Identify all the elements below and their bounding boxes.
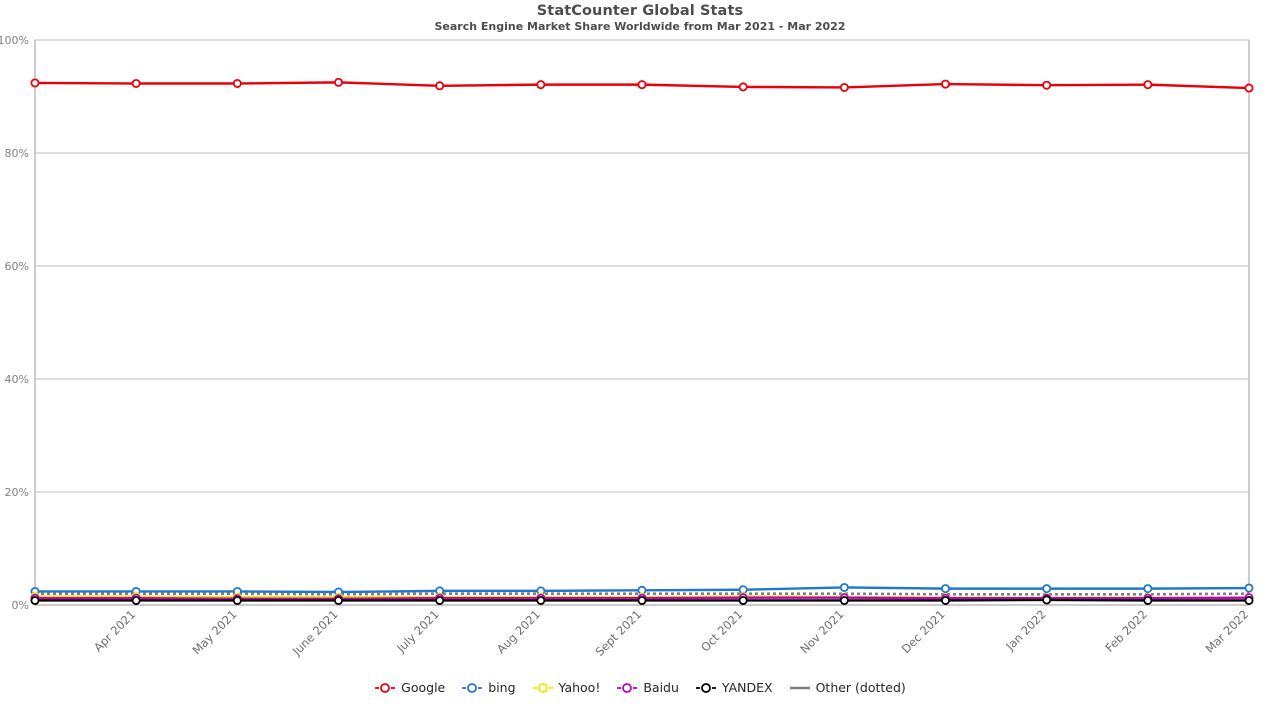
series-point-marker bbox=[941, 584, 951, 594]
x-axis-tick-label: Feb 2022 bbox=[1102, 607, 1150, 655]
series-point-marker bbox=[1143, 584, 1153, 594]
series-point-marker bbox=[232, 595, 242, 605]
series-point-marker bbox=[839, 82, 849, 92]
x-axis-tick-label: Aug 2021 bbox=[494, 607, 543, 656]
y-axis-tick-label: 80% bbox=[5, 147, 29, 160]
legend-item-label: Yahoo! bbox=[558, 680, 601, 695]
plot-border bbox=[34, 39, 1250, 606]
x-axis-tick-label: Sept 2021 bbox=[592, 607, 644, 659]
series-point-marker bbox=[333, 595, 343, 605]
series-point-marker bbox=[1042, 80, 1052, 90]
x-axis-tick-label: June 2021 bbox=[289, 607, 341, 659]
y-axis-tick-label: 40% bbox=[5, 373, 29, 386]
legend-marker-icon bbox=[695, 683, 716, 693]
x-axis-tick-label: Nov 2021 bbox=[797, 607, 846, 656]
x-axis-tick-label: Dec 2021 bbox=[899, 607, 948, 656]
series-point-marker bbox=[637, 80, 647, 90]
legend-item[interactable]: bing bbox=[461, 680, 516, 695]
legend-item-label: YANDEX bbox=[721, 680, 773, 695]
series-point-marker bbox=[637, 595, 647, 605]
y-axis-tick-label: 100% bbox=[0, 34, 29, 47]
line-chart-plot: 0% 20% 40% 60% 80% 100% Apr 2021 May 2021 June 2… bbox=[0, 34, 1254, 659]
series-point-marker bbox=[333, 77, 343, 87]
series-point-marker bbox=[1042, 595, 1052, 605]
x-axis-tick-label: July 2021 bbox=[393, 607, 442, 656]
x-axis-tick-label: May 2021 bbox=[189, 607, 239, 657]
series-point-marker bbox=[232, 79, 242, 89]
x-axis-tick-label: Apr 2021 bbox=[91, 607, 138, 654]
series-point-marker bbox=[30, 78, 40, 88]
legend-item-label: Other (dotted) bbox=[815, 680, 906, 695]
legend-marker-icon bbox=[532, 683, 553, 693]
series-point-marker bbox=[738, 595, 748, 605]
legend-item-label: Baidu bbox=[643, 680, 679, 695]
y-axis-tick-label: 60% bbox=[5, 260, 29, 273]
legend-item[interactable]: Yahoo! bbox=[532, 680, 601, 695]
legend-marker-icon bbox=[375, 683, 396, 693]
x-axis-tick-label: Jan 2022 bbox=[1002, 607, 1048, 653]
series-point-marker bbox=[839, 582, 849, 592]
legend-item-label: Google bbox=[401, 680, 446, 695]
series-point-marker bbox=[1244, 583, 1254, 593]
series-point-marker bbox=[131, 79, 141, 89]
series-point-marker bbox=[1042, 584, 1052, 594]
y-axis-tick-label: 20% bbox=[5, 486, 29, 499]
x-axis-tick-label: Oct 2021 bbox=[698, 607, 745, 654]
series-point-marker bbox=[435, 595, 445, 605]
series-point-marker bbox=[1143, 80, 1153, 90]
y-axis-tick-label: 0% bbox=[12, 599, 29, 612]
chart-page: StatCounter Global Stats Search Engine M… bbox=[0, 0, 1280, 720]
series-point-marker bbox=[738, 82, 748, 92]
series-point-marker bbox=[435, 81, 445, 91]
legend-item[interactable]: Google bbox=[374, 681, 445, 695]
legend-item-label: bing bbox=[488, 680, 516, 695]
legend-item[interactable]: YANDEX bbox=[695, 681, 773, 695]
series-point-marker bbox=[839, 595, 849, 605]
series-point-marker bbox=[30, 595, 40, 605]
legend-marker-icon bbox=[462, 683, 483, 693]
legend-marker-icon bbox=[617, 683, 638, 693]
series-point-marker bbox=[1244, 83, 1254, 93]
chart-legend: Google bing Yahoo! Baidu YANDEX Other (dotted… bbox=[0, 681, 1280, 695]
legend-line-icon bbox=[789, 686, 810, 690]
series-point-marker bbox=[941, 79, 951, 89]
x-axis-tick-label: Mar 2022 bbox=[1203, 607, 1252, 656]
series-point-marker bbox=[1143, 595, 1153, 605]
legend-item[interactable]: Other (dotted) bbox=[789, 681, 906, 695]
series-point-marker bbox=[131, 595, 141, 605]
series-point-marker bbox=[941, 595, 951, 605]
series-point-marker bbox=[536, 80, 546, 90]
legend-item[interactable]: Baidu bbox=[616, 681, 679, 695]
series-point-marker bbox=[536, 595, 546, 605]
series-point-marker bbox=[1244, 595, 1254, 605]
